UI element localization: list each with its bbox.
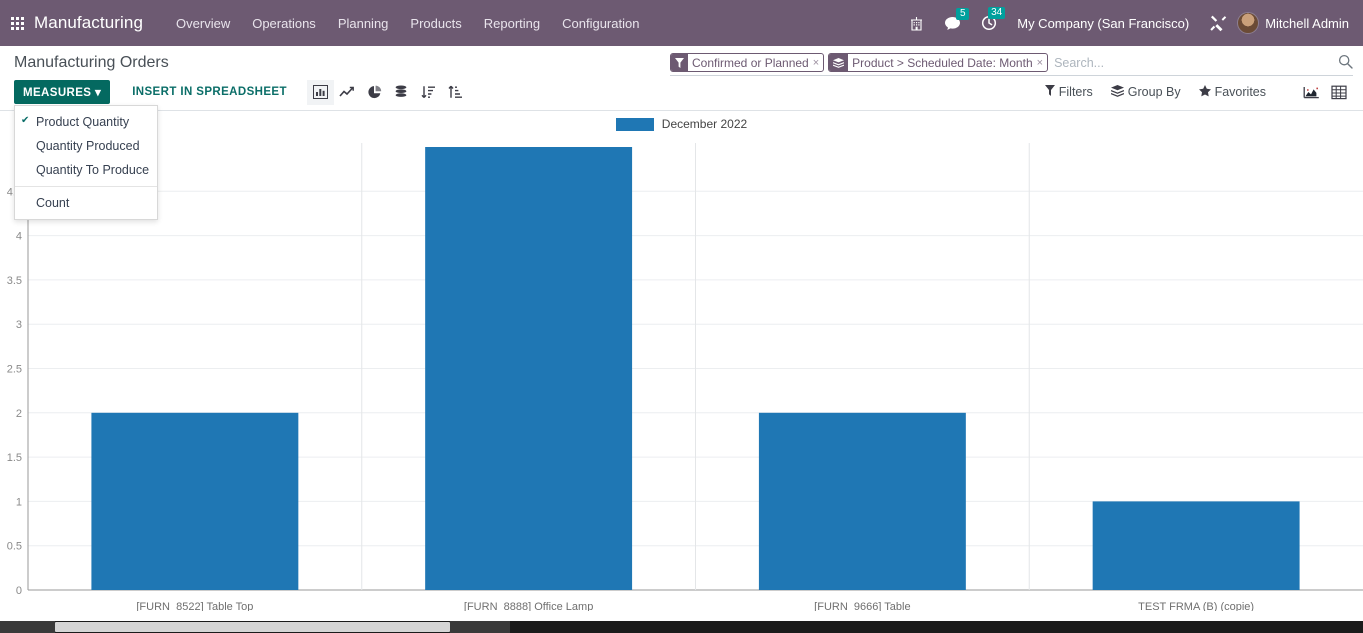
facet-label: Product > Scheduled Date: Month (848, 54, 1036, 71)
apps-grid-glyph (11, 17, 24, 30)
x-axis-tick-label: TEST FRMA (B) (copie) (1138, 601, 1254, 611)
chart-bar[interactable] (425, 147, 632, 590)
top-navbar: Manufacturing Overview Operations Planni… (0, 0, 1363, 46)
y-axis-tick-label: 1 (16, 496, 22, 508)
menu-item-planning[interactable]: Planning (327, 2, 400, 45)
pie-chart-icon[interactable] (361, 80, 388, 105)
menu-item-reporting[interactable]: Reporting (473, 2, 551, 45)
scrollbar-track-right[interactable] (450, 621, 510, 633)
menu-item-overview[interactable]: Overview (165, 2, 241, 45)
insert-in-spreadsheet-button[interactable]: INSERT IN SPREADSHEET (126, 81, 293, 103)
scrollbar-thumb[interactable] (55, 622, 450, 632)
y-axis-tick-label: 0 (16, 585, 22, 597)
scrollbar-track-left[interactable] (0, 621, 55, 633)
graph-view: December 2022 00.511.522.533.544.5[FURN_… (0, 111, 1363, 611)
facet-remove-icon[interactable]: × (813, 54, 823, 71)
groupby-dropdown[interactable]: Group By (1102, 80, 1190, 105)
menu-item-operations[interactable]: Operations (241, 2, 327, 45)
messages-count-badge: 5 (956, 8, 969, 20)
star-icon (1199, 85, 1211, 100)
measures-dropdown-menu: Product Quantity Quantity Produced Quant… (14, 105, 158, 220)
chart-type-toolbar (307, 80, 469, 105)
sort-descending-icon[interactable] (415, 80, 442, 105)
enterprise-building-icon[interactable] (899, 15, 934, 31)
measure-item-quantity-to-produce[interactable]: Quantity To Produce (15, 158, 157, 182)
activities-count-badge: 34 (988, 7, 1005, 19)
horizontal-scrollbar[interactable] (0, 621, 1363, 633)
line-chart-icon[interactable] (334, 80, 361, 105)
favorites-dropdown[interactable]: Favorites (1190, 80, 1275, 105)
measure-item-product-quantity[interactable]: Product Quantity (15, 110, 157, 134)
stacked-database-icon[interactable] (388, 80, 415, 105)
avatar[interactable] (1237, 12, 1259, 34)
bar-chart-canvas[interactable]: 00.511.522.533.544.5[FURN_8522] Table To… (0, 137, 1363, 611)
filter-funnel-icon (671, 54, 688, 71)
breadcrumb: Manufacturing Orders (0, 54, 169, 72)
measures-button-label: MEASURES (23, 87, 91, 99)
y-axis-tick-label: 0.5 (7, 541, 22, 553)
search-input[interactable] (1052, 56, 1332, 70)
x-axis-tick-label: [FURN_8522] Table Top (136, 601, 253, 611)
y-axis-tick-label: 1.5 (7, 452, 22, 464)
y-axis-tick-label: 2 (16, 408, 22, 420)
bar-chart-icon[interactable] (307, 80, 334, 105)
control-panel: Manufacturing Orders Confirmed or Planne… (0, 46, 1363, 111)
apps-grid-icon[interactable] (0, 17, 34, 30)
chart-plot-area[interactable]: 00.511.522.533.544.5[FURN_8522] Table To… (0, 137, 1363, 611)
x-axis-tick-label: [FURN_8888] Office Lamp (464, 601, 593, 611)
pivot-view-icon[interactable] (1325, 79, 1353, 105)
group-by-layers-icon (1111, 85, 1124, 100)
menu-divider (15, 186, 157, 187)
groupby-label: Group By (1128, 85, 1181, 99)
navbar-right-tools: 5 34 My Company (San Francisco) Mitchell… (899, 12, 1363, 34)
control-panel-top-row: Manufacturing Orders Confirmed or Planne… (0, 46, 1363, 74)
wrench-tools-icon[interactable] (1199, 15, 1237, 32)
main-menu: Overview Operations Planning Products Re… (165, 2, 650, 45)
chart-legend: December 2022 (0, 111, 1363, 137)
chart-bar[interactable] (91, 413, 298, 590)
view-switcher (1297, 79, 1353, 105)
y-axis-tick-label: 3.5 (7, 275, 22, 287)
y-axis-tick-label: 4 (16, 231, 22, 243)
graph-view-icon[interactable] (1297, 79, 1325, 105)
favorites-label: Favorites (1215, 85, 1266, 99)
chart-bar[interactable] (759, 413, 966, 590)
x-axis-tick-label: [FURN_9666] Table (814, 601, 910, 611)
y-axis-tick-label: 3 (16, 319, 22, 331)
facet-product-scheduled-date[interactable]: Product > Scheduled Date: Month × (828, 53, 1048, 72)
measure-item-count[interactable]: Count (15, 191, 157, 215)
menu-item-products[interactable]: Products (399, 2, 472, 45)
chevron-down-icon: ▾ (95, 87, 101, 99)
chart-bar[interactable] (1093, 501, 1300, 590)
filters-label: Filters (1059, 85, 1093, 99)
measures-button[interactable]: MEASURES ▾ (14, 80, 110, 104)
measure-item-quantity-produced[interactable]: Quantity Produced (15, 134, 157, 158)
search-magnifier-icon[interactable] (1332, 54, 1353, 72)
facet-confirmed-or-planned[interactable]: Confirmed or Planned × (670, 53, 824, 72)
filters-dropdown[interactable]: Filters (1036, 80, 1102, 104)
search-view: Confirmed or Planned × Product > Schedul… (670, 50, 1353, 76)
sort-ascending-icon[interactable] (442, 80, 469, 105)
app-title: Manufacturing (34, 13, 143, 33)
legend-label: December 2022 (662, 117, 747, 131)
control-panel-bottom-row: MEASURES ▾ INSERT IN SPREADSHEET (0, 74, 1363, 110)
legend-swatch (616, 118, 654, 131)
filter-funnel-icon (1045, 85, 1055, 99)
user-menu[interactable]: Mitchell Admin (1265, 16, 1355, 31)
facet-label: Confirmed or Planned (688, 54, 813, 71)
facet-remove-icon[interactable]: × (1037, 54, 1047, 71)
group-by-layers-icon (829, 54, 848, 71)
search-dropdown-group: Filters Group By Favorit (1036, 79, 1353, 105)
y-axis-tick-label: 2.5 (7, 364, 22, 376)
company-switcher[interactable]: My Company (San Francisco) (1007, 16, 1199, 31)
menu-item-configuration[interactable]: Configuration (551, 2, 650, 45)
messages-icon[interactable]: 5 (934, 16, 971, 31)
activity-clock-icon[interactable]: 34 (971, 15, 1007, 31)
